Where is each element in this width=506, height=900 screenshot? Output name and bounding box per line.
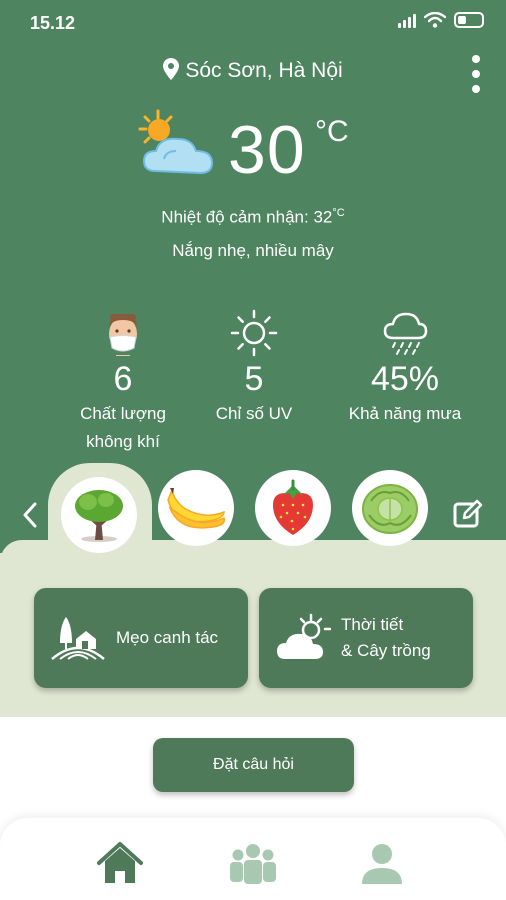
chevron-left-icon[interactable] [18, 500, 42, 530]
crop-banana[interactable] [158, 470, 234, 546]
metric-uv-index: 5 Chỉ số UV [184, 308, 324, 427]
weather-cloud-icon [277, 613, 331, 659]
rain-chance-value: 45% [370, 360, 440, 398]
nav-home[interactable] [90, 838, 150, 888]
weather-crop-label: Thời tiết & Cây trồng [341, 612, 431, 664]
feels-like: Nhiệt độ cảm nhận: 32°C [0, 207, 506, 228]
weather-crop-card[interactable]: Thời tiết & Cây trồng [259, 588, 473, 688]
wifi-icon [424, 12, 446, 28]
feels-like-unit: °C [332, 207, 345, 219]
nav-profile[interactable] [352, 838, 412, 888]
signal-icon [398, 12, 416, 28]
temperature-value: 30 [228, 112, 306, 188]
location-label[interactable]: Sóc Sơn, Hà Nội [0, 58, 506, 83]
status-icons [398, 12, 484, 28]
weather-description: Nắng nhẹ, nhiều mây [172, 241, 334, 260]
crop-cabbage[interactable] [352, 470, 428, 546]
weather-crop-label-1: Thời tiết [341, 615, 404, 634]
current-weather: 30 °C [0, 105, 506, 195]
air-quality-value: 6 [113, 360, 133, 398]
rain-cloud-icon [383, 312, 428, 355]
farming-tips-card[interactable]: Mẹo canh tác [34, 588, 248, 688]
location-pin-icon [163, 58, 180, 80]
banana-icon [167, 487, 226, 529]
face-mask-icon [109, 314, 137, 356]
strawberry-icon [273, 479, 313, 535]
nav-community[interactable] [223, 838, 283, 888]
status-time: 15.12 [30, 13, 76, 33]
bottom-navigation [0, 818, 506, 900]
metric-air-quality: 6 Chất lượng không khí [53, 308, 193, 455]
crop-strawberry[interactable] [255, 470, 331, 546]
community-icon [230, 844, 276, 884]
home-icon [97, 842, 143, 883]
metric-rain-chance: 45% Khả năng mưa [335, 308, 475, 427]
more-menu-icon[interactable] [466, 55, 486, 93]
cabbage-icon [362, 484, 418, 534]
feels-like-label: Nhiệt độ cảm nhận: 32 [161, 207, 333, 227]
crop-tree[interactable] [61, 477, 137, 553]
sun-icon [230, 309, 278, 357]
uv-index-label: Chỉ số UV [215, 404, 293, 423]
farming-tips-label: Mẹo canh tác [116, 628, 219, 647]
edit-icon[interactable] [452, 498, 484, 530]
temperature-unit: °C [315, 115, 349, 148]
status-bar: 15.12 [0, 0, 506, 44]
partly-cloudy-icon [138, 109, 214, 175]
uv-index-value: 5 [244, 360, 264, 398]
air-quality-label-1: Chất lượng [80, 404, 166, 423]
battery-icon [454, 12, 484, 28]
location-name: Sóc Sơn, Hà Nội [185, 59, 343, 82]
ask-question-button[interactable]: Đặt câu hỏi [153, 738, 354, 792]
air-quality-label-2: không khí [86, 432, 160, 451]
profile-icon [362, 844, 402, 884]
rain-chance-label: Khả năng mưa [348, 404, 462, 423]
tree-icon [75, 490, 123, 542]
weather-crop-label-2: & Cây trồng [341, 641, 431, 660]
farm-icon [51, 617, 105, 660]
